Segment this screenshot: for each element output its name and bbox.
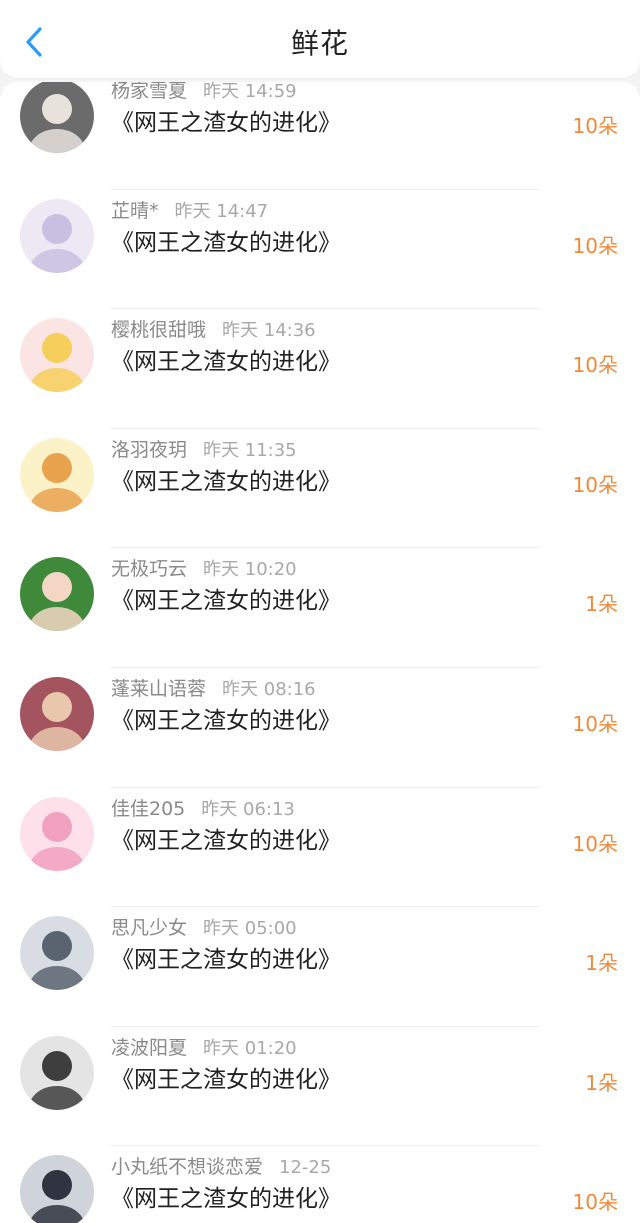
- send-time: 昨天 06:13: [201, 798, 295, 820]
- flower-count: 10朵: [572, 233, 618, 258]
- list-item[interactable]: 蓬莱山语蓉 昨天 08:16 《网王之渣女的进化》 10朵: [0, 668, 640, 788]
- sender-name: 杨家雪夏: [111, 82, 188, 102]
- avatar[interactable]: [20, 916, 94, 991]
- send-time: 昨天 05:00: [203, 918, 297, 940]
- avatar[interactable]: [20, 1155, 94, 1223]
- flower-count: 1朵: [585, 951, 618, 976]
- avatar[interactable]: [20, 437, 94, 512]
- sender-meta: 蓬莱山语蓉 昨天 08:16: [111, 674, 316, 701]
- flower-count: 10朵: [572, 472, 618, 497]
- flower-count: 1朵: [585, 592, 618, 617]
- sender-name: 凌波阳夏: [111, 1036, 188, 1059]
- list-item[interactable]: 佳佳205 昨天 06:13 《网王之渣女的进化》 10朵: [0, 788, 640, 908]
- book-title[interactable]: 《网王之渣女的进化》: [111, 1179, 341, 1213]
- book-title[interactable]: 《网王之渣女的进化》: [111, 1060, 341, 1094]
- book-title[interactable]: 《网王之渣女的进化》: [111, 701, 341, 735]
- avatar[interactable]: [20, 557, 94, 632]
- flower-count: 10朵: [572, 1190, 618, 1215]
- avatar[interactable]: [20, 198, 94, 273]
- sender-name: 芷晴*: [111, 199, 159, 222]
- sender-name: 蓬莱山语蓉: [111, 677, 207, 700]
- list-item[interactable]: 芷晴* 昨天 14:47 《网王之渣女的进化》 10朵: [0, 190, 640, 310]
- sender-meta: 洛羽夜玥 昨天 11:35: [111, 435, 297, 462]
- sender-name: 佳佳205: [111, 797, 186, 820]
- send-time: 昨天 14:36: [222, 320, 316, 342]
- sender-meta: 无极巧云 昨天 10:20: [111, 554, 297, 581]
- list-item[interactable]: 无极巧云 昨天 10:20 《网王之渣女的进化》 1朵: [0, 548, 640, 668]
- sender-name: 小丸纸不想谈恋爱: [111, 1156, 264, 1179]
- avatar[interactable]: [20, 82, 94, 153]
- list-item[interactable]: 思凡少女 昨天 05:00 《网王之渣女的进化》 1朵: [0, 907, 640, 1027]
- sender-meta: 芷晴* 昨天 14:47: [111, 196, 268, 223]
- flower-count: 1朵: [585, 1070, 618, 1095]
- sender-name: 无极巧云: [111, 558, 188, 581]
- avatar[interactable]: [20, 318, 94, 393]
- list-item[interactable]: 樱桃很甜哦 昨天 14:36 《网王之渣女的进化》 10朵: [0, 309, 640, 429]
- avatar[interactable]: [20, 676, 94, 751]
- sender-meta: 樱桃很甜哦 昨天 14:36: [111, 315, 316, 342]
- list-item[interactable]: 杨家雪夏 昨天 14:59 《网王之渣女的进化》 10朵: [0, 82, 640, 190]
- send-time: 昨天 14:59: [203, 82, 297, 102]
- book-title[interactable]: 《网王之渣女的进化》: [111, 581, 341, 615]
- sender-meta: 小丸纸不想谈恋爱 12-25: [111, 1152, 331, 1179]
- sender-meta: 杨家雪夏 昨天 14:59: [111, 82, 297, 103]
- list-item[interactable]: 洛羽夜玥 昨天 11:35 《网王之渣女的进化》 10朵: [0, 429, 640, 549]
- sender-name: 思凡少女: [111, 917, 188, 940]
- book-title[interactable]: 《网王之渣女的进化》: [111, 821, 341, 855]
- book-title[interactable]: 《网王之渣女的进化》: [111, 103, 341, 137]
- book-title[interactable]: 《网王之渣女的进化》: [111, 223, 341, 257]
- book-title[interactable]: 《网王之渣女的进化》: [111, 462, 341, 496]
- sender-name: 洛羽夜玥: [111, 438, 188, 461]
- send-time: 昨天 11:35: [203, 439, 297, 461]
- send-time: 昨天 10:20: [203, 559, 297, 581]
- send-time: 12-25: [279, 1157, 332, 1179]
- flower-count: 10朵: [572, 114, 618, 138]
- flower-count: 10朵: [572, 711, 618, 736]
- flower-count: 10朵: [572, 353, 618, 378]
- avatar[interactable]: [20, 796, 94, 871]
- sender-meta: 思凡少女 昨天 05:00: [111, 913, 297, 940]
- send-time: 昨天 14:47: [174, 200, 269, 222]
- flower-record-list[interactable]: 杨家雪夏 昨天 14:59 《网王之渣女的进化》 10朵 芷晴* 昨天 14:47 《网王之…: [0, 82, 640, 1223]
- top-nav-bar: 鲜花: [0, 0, 640, 78]
- list-item[interactable]: 小丸纸不想谈恋爱 12-25 《网王之渣女的进化》 10朵: [0, 1146, 640, 1223]
- flower-count: 10朵: [572, 831, 618, 856]
- send-time: 昨天 01:20: [203, 1037, 297, 1059]
- avatar[interactable]: [20, 1035, 94, 1110]
- book-title[interactable]: 《网王之渣女的进化》: [111, 940, 341, 974]
- book-title[interactable]: 《网王之渣女的进化》: [111, 342, 341, 376]
- sender-name: 樱桃很甜哦: [111, 319, 207, 342]
- list-item[interactable]: 凌波阳夏 昨天 01:20 《网王之渣女的进化》 1朵: [0, 1027, 640, 1147]
- sender-meta: 佳佳205 昨天 06:13: [111, 794, 295, 821]
- page-title: 鲜花: [290, 27, 349, 60]
- send-time: 昨天 08:16: [222, 678, 316, 700]
- sender-meta: 凌波阳夏 昨天 01:20: [111, 1033, 297, 1060]
